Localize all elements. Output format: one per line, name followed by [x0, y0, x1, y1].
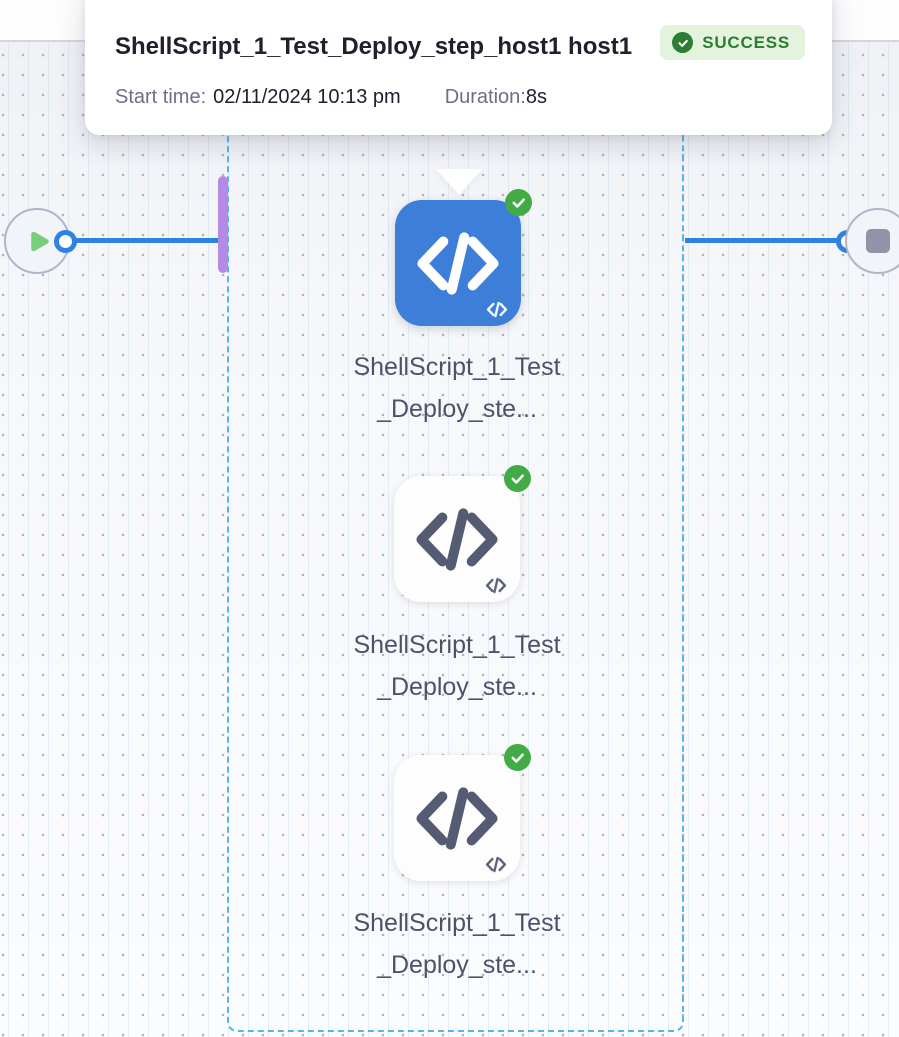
edge-start-to-group [70, 238, 226, 243]
success-check-icon [504, 744, 531, 771]
duration-value: 8s [526, 86, 547, 109]
code-icon [485, 577, 507, 594]
step-node-shellscript-2[interactable] [394, 476, 520, 602]
step-label: ShellScript_1_Test_Deploy_ste... [351, 902, 563, 986]
duration-label: Duration: [445, 86, 526, 109]
status-badge: SUCCESS [660, 25, 805, 60]
start-connector-ring [54, 230, 77, 253]
start-time-value: 02/11/2024 10:13 pm [213, 86, 401, 109]
code-icon [413, 506, 501, 573]
code-icon [486, 301, 508, 318]
success-check-icon [505, 189, 532, 216]
edge-group-to-end [685, 238, 841, 243]
tooltip-arrow [436, 169, 482, 195]
success-check-icon [504, 465, 531, 492]
step-label: ShellScript_1_Test_Deploy_ste... [351, 624, 563, 708]
code-icon [485, 856, 507, 873]
tooltip-step-title: ShellScript_1_Test_Deploy_step_host1 hos… [115, 24, 655, 70]
success-check-icon [672, 32, 693, 53]
step-details-tooltip: ShellScript_1_Test_Deploy_step_host1 hos… [85, 0, 832, 135]
step-node-shellscript-3[interactable] [394, 755, 520, 881]
code-icon [413, 785, 501, 852]
play-icon [20, 226, 54, 257]
tooltip-meta-row: Start time: 02/11/2024 10:13 pm Duration… [115, 86, 802, 109]
step-node-shellscript-1[interactable] [395, 200, 521, 326]
pipeline-canvas[interactable]: ShellScript_1_Test_Deploy_ste... ShellSc… [0, 0, 899, 1037]
pipeline-end-node [845, 208, 899, 274]
start-time-label: Start time: [115, 86, 206, 109]
stop-icon [866, 229, 890, 253]
code-icon [414, 230, 502, 297]
status-badge-label: SUCCESS [702, 33, 790, 53]
step-label: ShellScript_1_Test_Deploy_ste... [351, 346, 563, 430]
